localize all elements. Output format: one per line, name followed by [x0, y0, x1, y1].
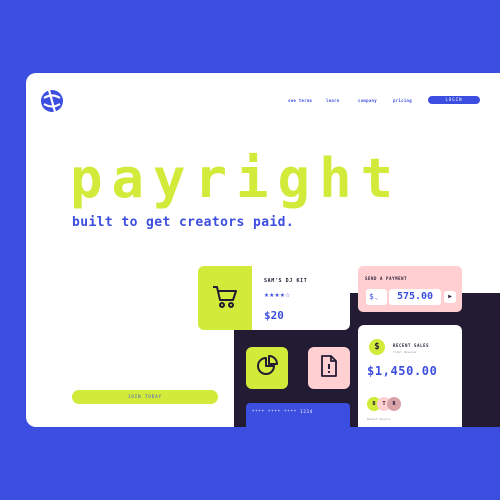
amount-input[interactable]: 575.00	[389, 289, 441, 305]
product-tile[interactable]	[198, 266, 252, 330]
login-button[interactable]: LOGIN	[428, 96, 480, 104]
nav-link-learn[interactable]: learn	[326, 98, 340, 103]
file-alert-icon	[320, 355, 338, 381]
recent-sales-card: $ RECENT SALES Total Revenue $1,450.00 B…	[358, 325, 462, 427]
hero-subtitle: built to get creators paid.	[72, 215, 295, 230]
cart-icon	[212, 284, 238, 312]
avatar[interactable]: R	[387, 397, 401, 411]
currency-value: $	[369, 292, 374, 301]
hero-title: payright	[70, 147, 403, 210]
globe-sign-icon[interactable]	[40, 89, 64, 113]
currency-select[interactable]: $⌄	[366, 289, 387, 305]
card-number: **** **** **** 1234	[252, 409, 313, 414]
recent-sales-sublabel: Total Revenue	[393, 350, 417, 354]
dollar-icon: $	[369, 339, 385, 355]
credit-card[interactable]: **** **** **** 1234	[246, 403, 350, 427]
product-price: $20	[264, 309, 284, 322]
app-window: see terms learn company pricing LOGIN pa…	[26, 73, 500, 427]
recent-buyers-label: Recent Buyers	[367, 417, 391, 421]
documents-tile[interactable]	[308, 347, 350, 389]
nav-link-see-terms[interactable]: see terms	[288, 98, 312, 103]
sales-amount: $1,450.00	[367, 364, 438, 378]
product-card[interactable]: SAM'S DJ KIT ★★★★☆ $20	[252, 266, 350, 330]
join-today-button[interactable]: JOIN TODAY	[72, 390, 218, 404]
pie-chart-icon	[256, 355, 278, 381]
star-rating: ★★★★☆	[264, 290, 291, 299]
nav-link-pricing[interactable]: pricing	[393, 98, 412, 103]
send-payment-card: SEND A PAYMENT $⌄ 575.00 ▶	[358, 266, 462, 312]
product-name: SAM'S DJ KIT	[264, 278, 308, 284]
analytics-tile[interactable]	[246, 347, 288, 389]
send-payment-button[interactable]: ▶	[444, 291, 456, 303]
play-icon: ▶	[448, 293, 452, 300]
chevron-down-icon: ⌄	[374, 295, 378, 301]
nav-link-company[interactable]: company	[358, 98, 377, 103]
send-payment-label: SEND A PAYMENT	[365, 276, 408, 281]
recent-sales-label: RECENT SALES	[393, 343, 430, 348]
